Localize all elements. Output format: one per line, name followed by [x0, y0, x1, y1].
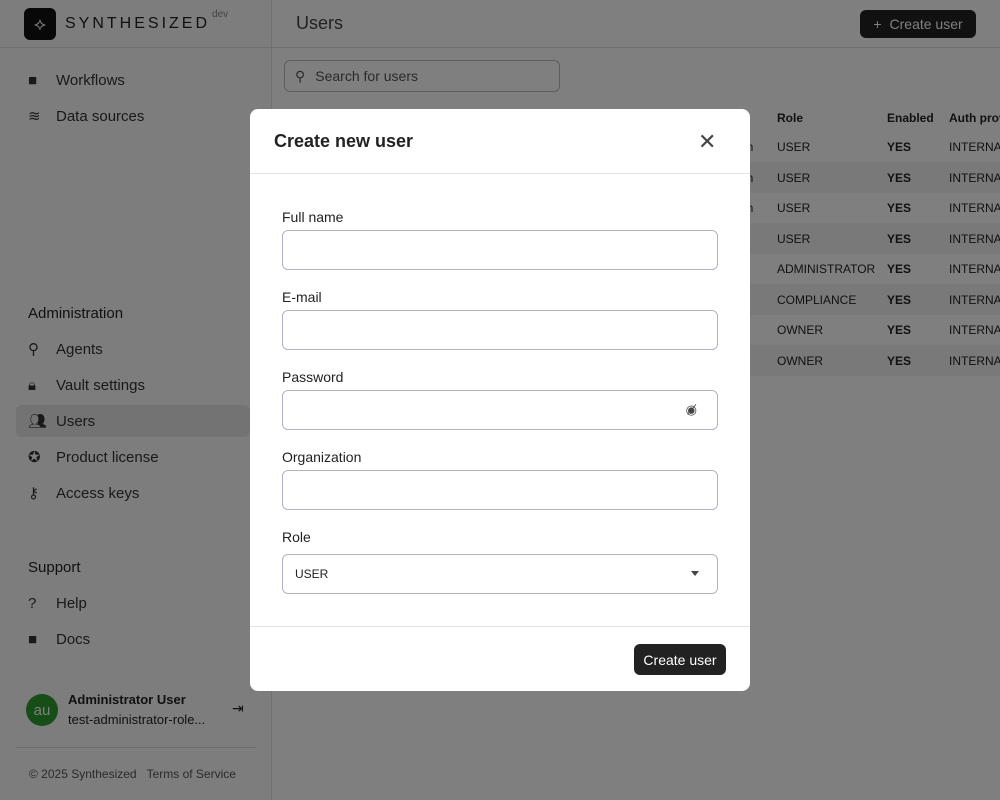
full-name-label: Full name [282, 209, 344, 225]
organization-label: Organization [282, 449, 362, 465]
dialog-title: Create new user [274, 131, 414, 151]
close-icon[interactable]: ✕ [698, 129, 716, 155]
role-label: Role [282, 529, 311, 545]
email-label: E-mail [282, 289, 322, 305]
submit-create-user-button[interactable]: Create user [634, 644, 726, 675]
eye-off-icon[interactable]: ◉̸ [686, 402, 697, 418]
password-input[interactable]: ◉̸ [282, 390, 718, 430]
full-name-input[interactable] [282, 230, 718, 270]
password-label: Password [282, 369, 344, 385]
chevron-down-icon [691, 571, 699, 576]
divider [250, 626, 750, 627]
email-input[interactable] [282, 310, 718, 350]
create-user-dialog: Create new user ✕ Full name E-mail Passw… [250, 109, 750, 691]
role-value: USER [295, 567, 329, 581]
organization-input[interactable] [282, 470, 718, 510]
role-select[interactable]: USER [282, 554, 718, 594]
divider [250, 173, 750, 174]
